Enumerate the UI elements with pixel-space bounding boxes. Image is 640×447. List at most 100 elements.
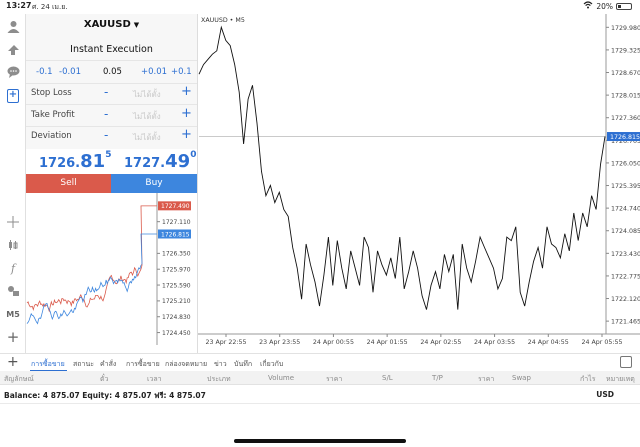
col-current-price: ราคา <box>478 375 495 383</box>
col-sl: S/L <box>382 374 393 382</box>
col-ticket: ตั๋ว <box>100 375 109 383</box>
x-tick-label: 24 Apr 01:55 <box>367 339 408 346</box>
indicator-icon[interactable]: f <box>3 258 23 278</box>
col-type: ประเภท <box>207 375 231 383</box>
timeframe-m5[interactable]: M5 <box>3 304 23 324</box>
col-price: ราคา <box>326 375 343 383</box>
divider <box>26 83 197 84</box>
y-tick-label: 1728.015 <box>611 93 640 100</box>
battery-percent: 20% <box>596 1 613 11</box>
mini-y-tick-label: 1725.970 <box>162 267 191 274</box>
add-tab-icon[interactable]: + <box>7 354 19 370</box>
y-tick-label: 1727.360 <box>611 115 640 122</box>
y-tick-label: 1724.740 <box>611 206 640 213</box>
status-date: ศ. 24 เม.ย. <box>32 3 68 11</box>
new-order-icon[interactable]: + <box>3 86 23 106</box>
y-tick-label: 1722.120 <box>611 296 640 303</box>
price-display: 1726.815 1727.490 <box>26 149 197 174</box>
mini-y-tick-label: 1726.350 <box>162 251 191 258</box>
bid-series-line <box>26 264 143 325</box>
y-tick-label: 1723.430 <box>611 251 640 258</box>
deviation-minus-button[interactable]: - <box>104 128 108 142</box>
col-comment: หมายเหตุ <box>606 375 635 383</box>
take-profit-plus-button[interactable]: + <box>181 106 192 121</box>
y-tick-label: 1725.395 <box>611 183 640 190</box>
order-panel: XAUUSD ▼ Instant Execution -0.1 -0.01 0.0… <box>26 14 197 193</box>
tab-news[interactable]: ข่าว <box>214 359 227 370</box>
price-chart[interactable]: 1729.980 1729.325 1728.670 1728.015 1727.360… <box>197 14 640 353</box>
current-price-label: 1726.815 <box>610 134 640 141</box>
candlestick-icon[interactable] <box>3 235 23 255</box>
deviation-plus-button[interactable]: + <box>181 127 192 142</box>
app-window: { "status_bar": { "time": "13:27", "date… <box>0 0 640 447</box>
mini-y-tick-label: 1725.590 <box>162 282 191 289</box>
mini-y-tick-label: 1724.830 <box>162 314 191 321</box>
stop-loss-plus-button[interactable]: + <box>181 84 192 99</box>
x-tick-label: 24 Apr 05:55 <box>581 339 622 346</box>
col-symbol: สัญลักษณ์ <box>4 375 34 383</box>
take-profit-input[interactable]: ไม่ได้ตั้ง <box>133 110 161 123</box>
x-tick-label: 23 Apr 22:55 <box>205 339 246 346</box>
left-toolbar: + f M5 + <box>0 14 26 373</box>
price-line-series <box>198 25 606 310</box>
battery-icon <box>616 2 632 10</box>
status-bar: 13:27 ศ. 24 เม.ย. 20% <box>0 0 640 14</box>
status-time: 13:27 <box>6 1 32 10</box>
stop-loss-minus-button[interactable]: - <box>104 85 108 99</box>
add-icon[interactable]: + <box>3 327 23 347</box>
tab-positions[interactable]: สถานะ <box>73 359 94 370</box>
execution-type[interactable]: Instant Execution <box>26 44 197 55</box>
y-tick-label: 1728.670 <box>611 70 640 77</box>
chevron-down-icon: ▼ <box>133 21 140 29</box>
step-minus-0.1[interactable]: -0.1 <box>36 67 53 77</box>
step-plus-0.1[interactable]: +0.1 <box>171 67 192 77</box>
sell-button[interactable]: Sell <box>26 174 111 193</box>
y-tick-label: 1729.325 <box>611 47 640 54</box>
expand-icon[interactable] <box>620 356 632 368</box>
volume-value[interactable]: 0.05 <box>103 67 122 77</box>
mini-y-tick-label: 1725.210 <box>162 298 191 305</box>
tab-history[interactable]: การซื้อขาย <box>126 359 160 370</box>
price-chart-svg: 1729.980 1729.325 1728.670 1728.015 1727.360… <box>198 14 640 353</box>
x-tick-label: 24 Apr 02:55 <box>420 339 461 346</box>
stop-loss-label: Stop Loss <box>31 88 72 98</box>
symbol-selector[interactable]: XAUUSD ▼ <box>26 19 197 30</box>
mini-y-tick-label: 1727.110 <box>162 219 191 226</box>
take-profit-minus-button[interactable]: - <box>104 107 108 121</box>
trade-icon[interactable] <box>3 39 23 59</box>
tab-trade[interactable]: การซื้อขาย <box>31 359 65 370</box>
home-indicator <box>234 439 406 443</box>
y-tick-label: 1722.775 <box>611 273 640 280</box>
col-volume: Volume <box>268 374 295 382</box>
col-tp: T/P <box>432 374 443 382</box>
step-minus-0.01[interactable]: -0.01 <box>59 67 81 77</box>
tab-mailbox[interactable]: กล่องจดหมาย <box>165 359 207 370</box>
wifi-icon <box>583 1 593 11</box>
tab-journal[interactable]: บันทึก <box>234 359 252 370</box>
balance-text: Balance: 4 875.07 Equity: 4 875.07 ฟรี: … <box>4 391 206 400</box>
mini-y-tick-label: 1724.450 <box>162 330 191 337</box>
tab-orders[interactable]: คำสั่ง <box>100 359 116 370</box>
y-tick-label: 1724.085 <box>611 228 640 235</box>
step-plus-0.01[interactable]: +0.01 <box>141 67 167 77</box>
account-icon[interactable] <box>3 16 23 36</box>
balance-bar: Balance: 4 875.07 Equity: 4 875.07 ฟรี: … <box>0 385 640 404</box>
currency-label: USD <box>596 390 614 399</box>
ask-series-line <box>26 265 143 313</box>
bid-tail-line <box>140 233 157 265</box>
ask-tail-line <box>140 205 157 266</box>
deviation-input[interactable]: ไม่ได้ตั้ง <box>133 131 161 144</box>
x-tick-label: 24 Apr 00:55 <box>313 339 354 346</box>
crosshair-icon[interactable] <box>3 212 23 232</box>
tick-chart[interactable]: 1727.110 1726.350 1725.970 1725.590 1725.210… <box>26 193 197 345</box>
tab-about[interactable]: เกี่ยวกับ <box>260 359 283 370</box>
divider <box>26 60 197 61</box>
buy-button[interactable]: Buy <box>111 174 197 193</box>
x-tick-label: 24 Apr 03:55 <box>474 339 515 346</box>
objects-icon[interactable] <box>3 281 23 301</box>
take-profit-label: Take Profit <box>31 110 75 120</box>
stop-loss-input[interactable]: ไม่ได้ตั้ง <box>133 88 161 101</box>
buy-price: 1727.490 <box>124 150 197 172</box>
symbol-label: XAUUSD <box>83 19 131 30</box>
chat-icon[interactable] <box>3 62 23 82</box>
